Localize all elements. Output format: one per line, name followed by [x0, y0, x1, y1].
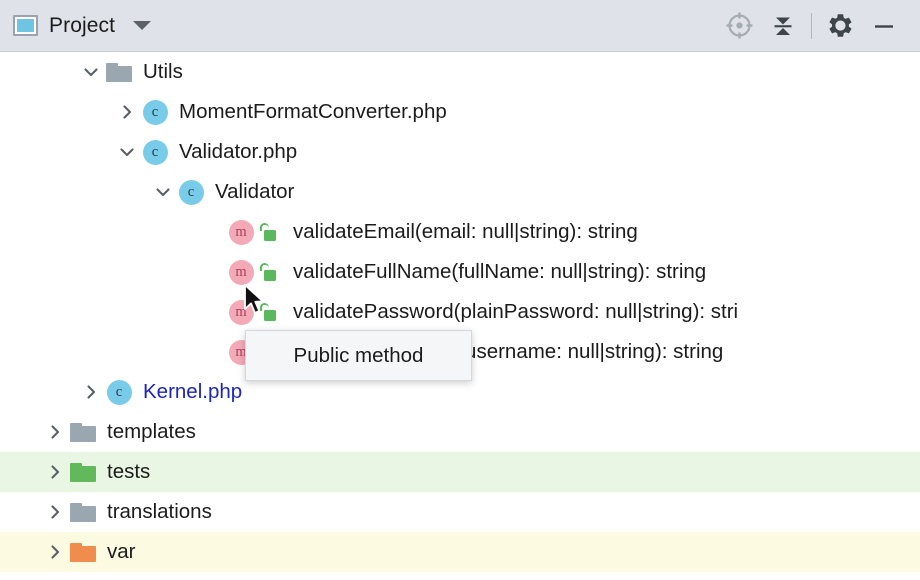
toolbar-actions: [717, 4, 906, 48]
tree-row-label: validatePassword(plainPassword: null|str…: [284, 300, 738, 324]
tree-row-tests[interactable]: tests: [0, 452, 920, 492]
folder-icon: [68, 412, 98, 452]
tree-row-label: translations: [98, 500, 212, 524]
collapse-all-button[interactable]: [761, 4, 805, 48]
gear-icon: [827, 12, 854, 39]
tooltip-text: Public method: [294, 344, 424, 368]
folder-icon: [68, 452, 98, 492]
chevron-right-icon[interactable]: [114, 92, 140, 132]
tree-row-translations[interactable]: translations: [0, 492, 920, 532]
project-tool-window: Project: [0, 0, 920, 580]
php-class-icon: c: [140, 132, 170, 172]
tree-row-method-validate-password[interactable]: m validatePassword(plainPassword: null|s…: [0, 292, 920, 332]
tree-row-label: Utils: [134, 60, 183, 84]
php-class-icon: c: [104, 372, 134, 412]
toolbar-separator: [811, 13, 812, 39]
chevron-right-icon[interactable]: [42, 532, 68, 572]
locate-button[interactable]: [717, 4, 761, 48]
chevron-right-icon[interactable]: [78, 372, 104, 412]
tree-row-var[interactable]: var: [0, 532, 920, 572]
chevron-down-icon[interactable]: [114, 132, 140, 172]
tree-row-method-validate-email[interactable]: m validateEmail(email: null|string): str…: [0, 212, 920, 252]
tree-row-label: Validator.php: [170, 140, 297, 164]
tree-row-label: templates: [98, 420, 196, 444]
settings-button[interactable]: [818, 4, 862, 48]
project-toolbar: Project: [0, 0, 920, 52]
php-method-icon: m: [226, 252, 256, 292]
chevron-right-icon[interactable]: [42, 492, 68, 532]
project-tree[interactable]: Utils c MomentFormatConverter.php c Vali…: [0, 52, 920, 580]
crosshair-target-icon: [726, 12, 753, 39]
tree-row-label: MomentFormatConverter.php: [170, 100, 447, 124]
folder-icon: [104, 52, 134, 92]
chevron-down-icon[interactable]: [133, 21, 151, 30]
php-method-icon: m: [226, 212, 256, 252]
public-unlocked-padlock-icon[interactable]: [256, 292, 284, 332]
page-title: Project: [49, 14, 115, 38]
toolbar-title-group[interactable]: Project: [13, 14, 717, 38]
tree-row-validator-class[interactable]: c Validator: [0, 172, 920, 212]
chevron-right-icon[interactable]: [42, 412, 68, 452]
collapse-all-icon: [770, 13, 796, 39]
php-class-icon: c: [140, 92, 170, 132]
php-class-icon: c: [176, 172, 206, 212]
minimize-icon: [871, 13, 897, 39]
tree-row-momentformatconverter-php[interactable]: c MomentFormatConverter.php: [0, 92, 920, 132]
chevron-down-icon[interactable]: [150, 172, 176, 212]
folder-icon: [68, 532, 98, 572]
tree-row-method-validate-full-name[interactable]: m validateFullName(fullName: null|string…: [0, 252, 920, 292]
tree-row-label: tests: [98, 460, 150, 484]
tree-row-templates[interactable]: templates: [0, 412, 920, 452]
tree-row-label: Validator: [206, 180, 294, 204]
project-panel-icon: [13, 15, 38, 36]
hide-button[interactable]: [862, 4, 906, 48]
tree-row-label: validateEmail(email: null|string): strin…: [284, 220, 638, 244]
chevron-down-icon[interactable]: [78, 52, 104, 92]
tree-row-label: Kernel.php: [134, 380, 242, 404]
public-unlocked-padlock-icon[interactable]: [256, 252, 284, 292]
public-unlocked-padlock-icon[interactable]: [256, 212, 284, 252]
tree-row-validator-php[interactable]: c Validator.php: [0, 132, 920, 172]
tree-row-label: validateFullName(fullName: null|string):…: [284, 260, 706, 284]
tooltip-public-method: Public method: [245, 330, 472, 381]
tree-row-utils[interactable]: Utils: [0, 52, 920, 92]
php-method-icon: m: [226, 292, 256, 332]
tree-row-label: var: [98, 540, 135, 564]
folder-icon: [68, 492, 98, 532]
chevron-right-icon[interactable]: [42, 452, 68, 492]
